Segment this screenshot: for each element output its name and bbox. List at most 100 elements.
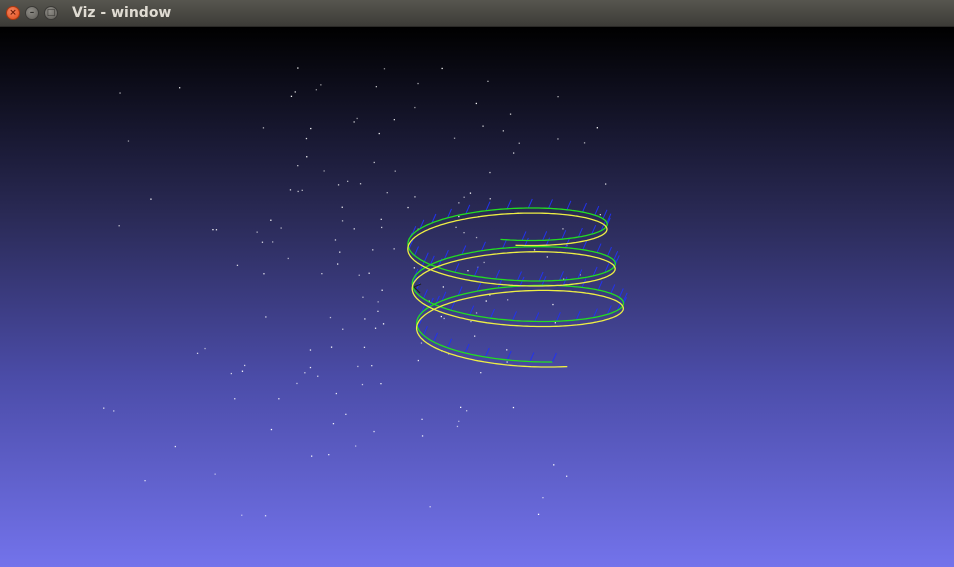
cloud-point xyxy=(463,196,465,198)
cloud-point xyxy=(236,264,239,266)
frame-marker xyxy=(422,289,428,299)
cloud-point xyxy=(373,430,375,433)
cloud-point xyxy=(467,270,469,272)
cloud-point xyxy=(506,361,508,363)
cloud-point xyxy=(305,137,308,140)
frame-marker xyxy=(618,288,624,298)
cloud-point xyxy=(334,239,337,241)
cloud-point xyxy=(304,372,306,374)
cloud-point xyxy=(480,372,482,374)
cloud-point xyxy=(382,323,385,325)
3d-viewport[interactable] xyxy=(0,27,954,567)
cloud-point xyxy=(380,218,382,220)
cloud-point xyxy=(357,365,359,368)
cloud-point xyxy=(317,375,319,377)
cloud-point xyxy=(270,428,273,431)
frame-marker xyxy=(447,338,453,349)
cloud-point xyxy=(341,220,344,222)
cloud-point xyxy=(383,68,386,70)
frame-marker xyxy=(607,246,612,257)
point-cloud xyxy=(103,67,607,517)
close-button[interactable]: × xyxy=(6,6,20,20)
frame-marker xyxy=(414,246,419,256)
cloud-point xyxy=(546,256,548,258)
frame-marker xyxy=(548,199,553,209)
app-window: × – □ Viz - window xyxy=(0,0,954,567)
cloud-point xyxy=(441,67,443,70)
cloud-point xyxy=(353,121,355,123)
cloud-point xyxy=(518,142,520,144)
cloud-point xyxy=(361,383,364,386)
cloud-point xyxy=(552,303,554,306)
cloud-point xyxy=(103,407,105,409)
cloud-point xyxy=(244,364,246,367)
maximize-button[interactable]: □ xyxy=(44,6,58,20)
cloud-point xyxy=(306,156,308,158)
cloud-point xyxy=(469,192,472,194)
cloud-point xyxy=(330,346,333,348)
cloud-point xyxy=(599,214,601,216)
cloud-point xyxy=(421,418,423,420)
cloud-point xyxy=(196,352,199,354)
cloud-point xyxy=(374,327,377,329)
cloud-point xyxy=(429,506,431,508)
cloud-point xyxy=(377,310,379,312)
cloud-point xyxy=(362,296,364,298)
cloud-point xyxy=(215,229,218,231)
frame-marker xyxy=(521,231,527,241)
frame-marker xyxy=(485,201,491,211)
cloud-point xyxy=(513,152,515,154)
cloud-point xyxy=(272,241,274,243)
cloud-point xyxy=(381,289,383,291)
maximize-icon: □ xyxy=(46,8,56,18)
cloud-point xyxy=(270,219,272,221)
cloud-point xyxy=(332,423,335,425)
cloud-point xyxy=(421,435,424,437)
frame-marker xyxy=(469,305,475,315)
trajectory-yellow xyxy=(407,212,624,368)
minimize-button[interactable]: – xyxy=(25,6,39,20)
cloud-point xyxy=(310,127,312,130)
cloud-point xyxy=(554,322,556,324)
cloud-point xyxy=(355,445,357,447)
cloud-point xyxy=(458,202,460,204)
cloud-point xyxy=(470,320,472,323)
cloud-point xyxy=(453,137,456,139)
frame-marker xyxy=(577,269,583,279)
cloud-point xyxy=(329,316,332,319)
cloud-point xyxy=(341,206,343,208)
cloud-point xyxy=(502,130,504,132)
frame-marker xyxy=(596,243,602,253)
frame-marker xyxy=(484,347,490,358)
cloud-point xyxy=(475,236,478,239)
cloud-point xyxy=(463,232,465,234)
cloud-point xyxy=(417,82,419,85)
cloud-point xyxy=(353,228,355,230)
cloud-point xyxy=(442,286,444,288)
frame-marker xyxy=(502,238,508,249)
scene-canvas[interactable] xyxy=(0,27,954,567)
cloud-point xyxy=(507,299,509,301)
cloud-point xyxy=(458,420,460,422)
frame-marker xyxy=(519,276,525,287)
cloud-point xyxy=(263,273,265,275)
title-bar[interactable]: × – □ Viz - window xyxy=(0,0,954,27)
cloud-point xyxy=(214,473,216,475)
minimize-icon: – xyxy=(29,8,35,18)
cloud-point xyxy=(485,300,487,302)
cloud-point xyxy=(280,227,282,229)
cloud-point xyxy=(119,92,121,94)
cloud-point xyxy=(127,140,130,142)
frame-marker xyxy=(465,204,471,215)
cloud-point xyxy=(373,161,375,164)
cloud-point xyxy=(475,102,477,105)
cloud-point xyxy=(144,480,146,482)
cloud-point xyxy=(420,342,423,344)
cloud-point xyxy=(323,170,325,172)
cloud-point xyxy=(440,315,442,318)
cloud-point xyxy=(455,226,457,228)
cloud-point xyxy=(241,514,243,516)
cloud-point xyxy=(378,132,380,135)
frame-marker xyxy=(534,312,540,322)
cloud-point xyxy=(289,189,292,191)
